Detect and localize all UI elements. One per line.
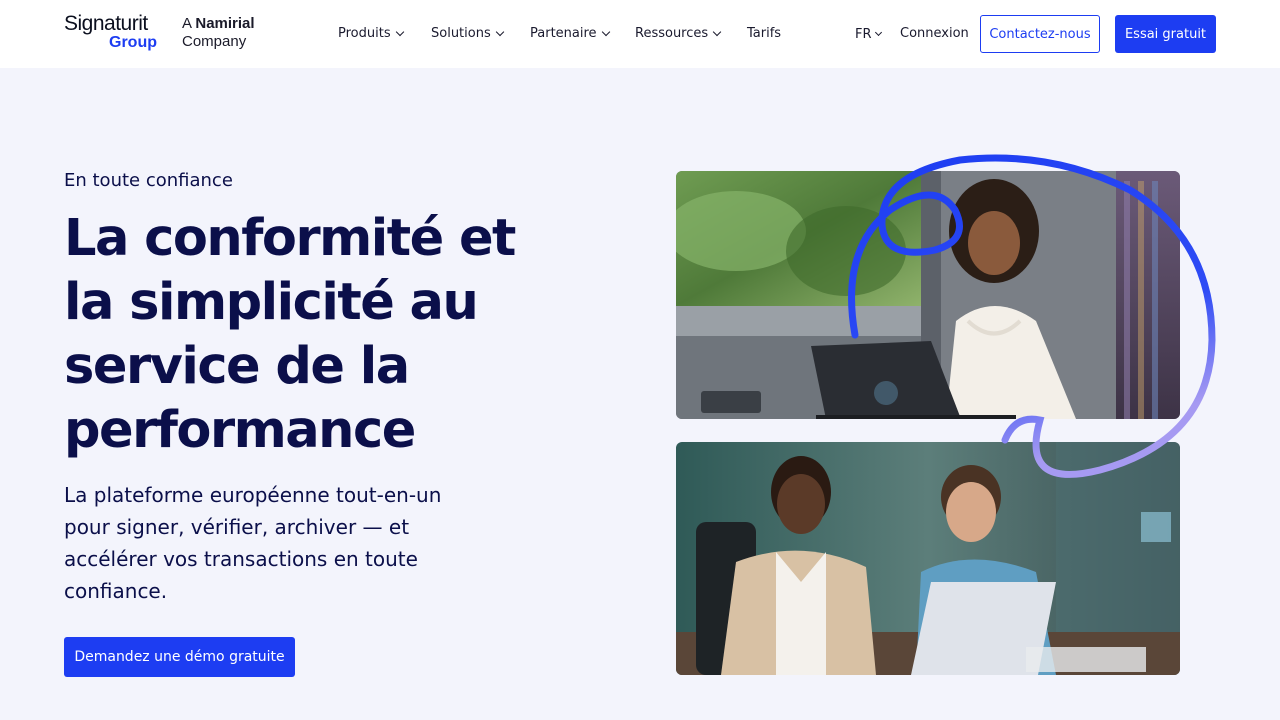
hero-subtext: La plateforme européenne tout-en-un pour… [64,483,442,603]
hero-eyebrow: En toute confiance [64,170,233,191]
login-link[interactable]: Connexion [900,26,969,41]
chevron-down-icon [601,27,610,36]
nav-item-produits[interactable]: Produits [338,26,404,41]
chevron-down-icon [395,27,404,36]
logo-wordmark: Signaturit [64,12,148,35]
chevron-down-icon [495,27,504,36]
woman-on-train-photo [676,171,1180,419]
nav-label: Partenaire [530,26,597,41]
request-demo-button[interactable]: Demandez une démo gratuite [64,637,295,677]
hero-headline: La conformité et la simplicité au servic… [64,209,516,460]
nav-item-ressources[interactable]: Ressources [635,26,722,41]
namirial-company-logo: A Namirial Company [182,15,255,51]
nav-item-partenaire[interactable]: Partenaire [530,26,610,41]
namirial-brand: Namirial [195,15,255,32]
nav-label: Solutions [431,26,491,41]
nav-label: Ressources [635,26,709,41]
free-trial-button[interactable]: Essai gratuit [1115,15,1216,53]
namirial-suffix: Company [182,33,247,50]
namirial-prefix: A [182,15,192,32]
nav-item-tarifs[interactable]: Tarifs [747,26,781,41]
chevron-down-icon [712,27,722,36]
language-label: FR [855,27,872,42]
two-men-laptop-photo [676,442,1180,675]
chevron-down-icon [874,28,882,37]
site-header: Signaturit Group A Namirial Company Prod… [0,0,1280,68]
language-selector[interactable]: FR [855,27,882,42]
nav-label: Tarifs [747,26,782,41]
logo-group-label: Group [109,34,157,51]
contact-button[interactable]: Contactez-nous [980,15,1100,53]
nav-label: Produits [338,26,391,41]
signaturit-logo[interactable]: Signaturit Group [64,12,157,52]
nav-item-solutions[interactable]: Solutions [431,26,504,41]
